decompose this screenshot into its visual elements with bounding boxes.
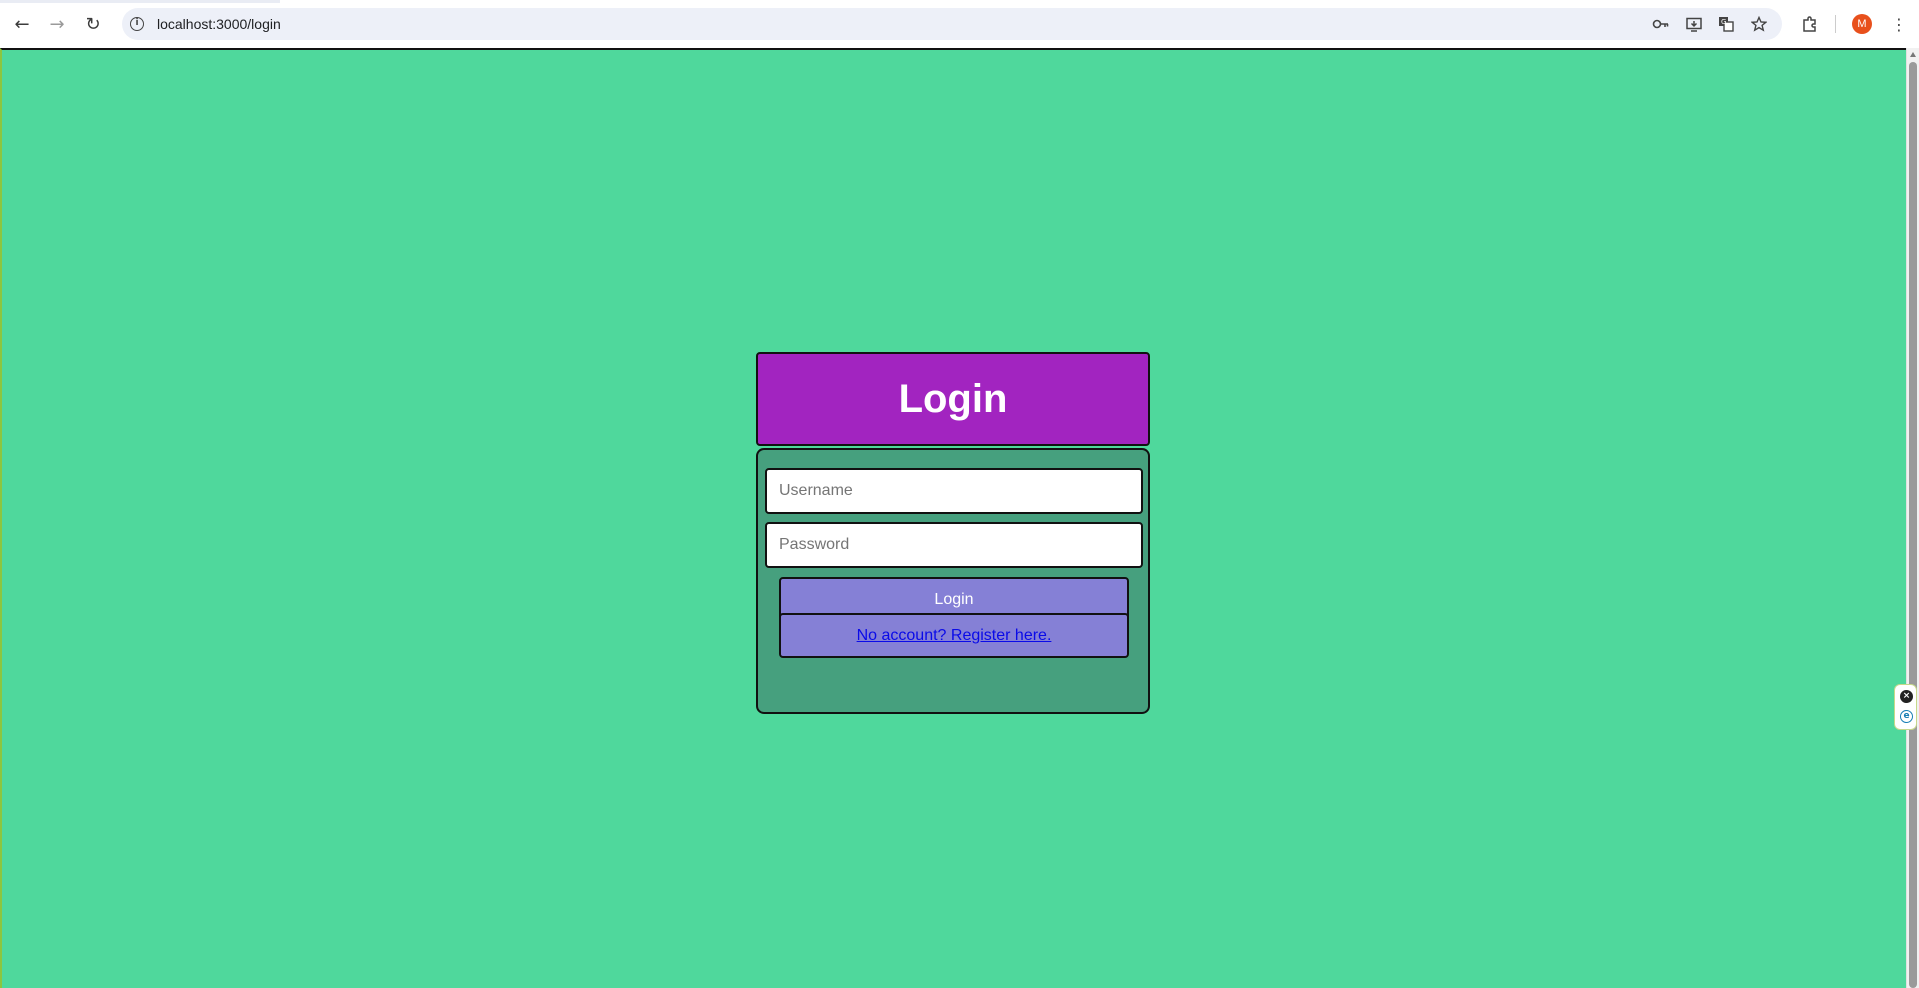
tab-strip	[0, 0, 280, 3]
address-bar[interactable]: i localhost:3000/login G	[122, 8, 1782, 40]
reload-icon[interactable]: ↻	[79, 10, 107, 38]
password-input[interactable]	[765, 522, 1143, 568]
svg-text:G: G	[1721, 18, 1726, 26]
install-app-icon[interactable]	[1683, 14, 1705, 34]
extension-e-icon[interactable]: e	[1900, 710, 1913, 723]
url-text[interactable]: localhost:3000/login	[157, 16, 281, 32]
bookmark-star-icon[interactable]	[1748, 14, 1770, 34]
site-info-icon[interactable]: i	[130, 17, 144, 31]
browser-menu-icon[interactable]: ⋮	[1887, 12, 1911, 36]
profile-avatar[interactable]: M	[1852, 14, 1872, 34]
close-icon[interactable]: ×	[1900, 690, 1913, 703]
scroll-up-arrow-icon[interactable]	[1910, 52, 1916, 57]
login-header: Login	[756, 352, 1150, 446]
extension-widget: × e	[1894, 684, 1917, 730]
page-title: Login	[898, 376, 1008, 421]
browser-toolbar: ← → ↻ i localhost:3000/login G M ⋮	[0, 0, 1919, 48]
extensions-icon[interactable]	[1798, 12, 1822, 36]
username-input[interactable]	[765, 468, 1143, 514]
password-key-icon[interactable]	[1650, 14, 1672, 34]
toolbar-divider	[1835, 15, 1836, 33]
register-button[interactable]: No account? Register here.	[779, 613, 1129, 658]
login-form: Login No account? Register here.	[756, 448, 1150, 714]
forward-icon[interactable]: →	[43, 10, 71, 38]
register-link[interactable]: No account? Register here.	[857, 627, 1052, 645]
back-icon[interactable]: ←	[8, 10, 36, 38]
translate-icon[interactable]: G	[1715, 14, 1737, 34]
scrollbar-thumb[interactable]	[1909, 62, 1917, 988]
